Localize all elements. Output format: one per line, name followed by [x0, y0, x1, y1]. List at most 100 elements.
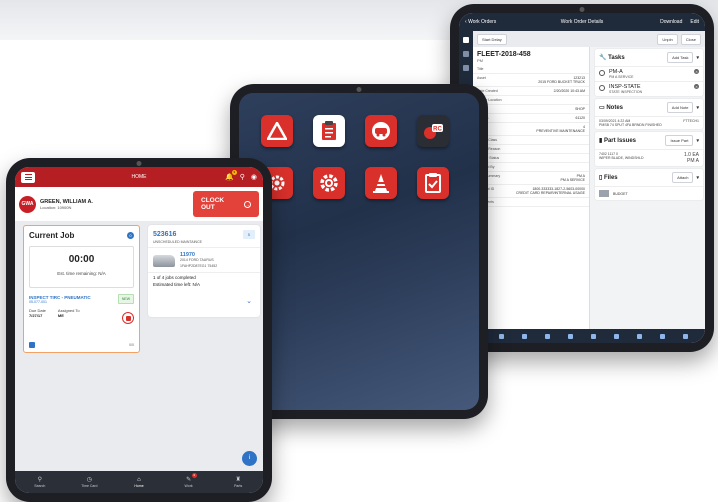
- user-location: Location: 10900N: [40, 204, 72, 210]
- chevron-down-icon[interactable]: ▾: [696, 175, 699, 181]
- thermometer-icon[interactable]: [568, 333, 573, 339]
- app-header: HOME 🔔 3 ⚲ ◉: [15, 167, 263, 187]
- issue-part-button[interactable]: Issue Part: [665, 135, 694, 146]
- nav-label: Parts: [234, 484, 243, 488]
- avatar: GWA: [19, 195, 36, 213]
- field-label: Asset: [477, 76, 486, 80]
- part-task: PM A: [687, 158, 699, 164]
- job-progress: 0/0: [129, 343, 134, 347]
- app-cone-icon[interactable]: [365, 167, 397, 199]
- back-button[interactable]: ‹ Work Orders: [465, 19, 496, 25]
- field-row: Created By: [473, 163, 589, 172]
- files-card: ▯ Files Attach ▾ BUDGET: [595, 169, 703, 200]
- clock-out-label: CLOCK OUT: [201, 197, 225, 211]
- field-row: Priority4 PREVENTIVE MAINTENANCE: [473, 123, 589, 136]
- stop-button[interactable]: [122, 312, 134, 324]
- field-row: Meter 161120: [473, 114, 589, 123]
- job-footer: 0/0: [29, 342, 134, 348]
- current-job-card[interactable]: Current Job 0 00:00 Est. time remaining: …: [23, 225, 140, 353]
- camera: [579, 7, 585, 12]
- parts-icon[interactable]: [614, 333, 619, 339]
- unpin-button[interactable]: Unpin: [657, 33, 678, 45]
- search-icon: ⚲: [37, 477, 42, 483]
- attach-button[interactable]: Attach: [672, 172, 694, 183]
- task-desc: STATE INSPECTION: [609, 90, 643, 94]
- home-icon[interactable]: [463, 37, 469, 43]
- nav-home[interactable]: ⌂ Home: [114, 471, 164, 493]
- checklist-icon[interactable]: [463, 65, 469, 71]
- chevron-down-icon[interactable]: ▾: [696, 105, 699, 111]
- account-icon[interactable]: ◉: [251, 173, 257, 181]
- vehicle-vin: 1FAHP2D87EG1 75452: [180, 264, 218, 268]
- task-item[interactable]: INSP-STATE STATE INSPECTION ×: [595, 81, 703, 96]
- clock-icon[interactable]: [660, 333, 665, 339]
- status-badge: NEW: [117, 294, 134, 304]
- menu-icon[interactable]: [21, 171, 35, 183]
- svg-text:RC: RC: [433, 127, 442, 133]
- chevron-down-icon[interactable]: ⌄: [246, 297, 252, 305]
- file-item[interactable]: BUDGET: [595, 186, 703, 200]
- vehicle-row: 11970 2014 FORD TAURUS 1FAHP2D87EG1 7545…: [148, 248, 260, 272]
- vehicle-desc: 2014 FORD TAURUS: [180, 258, 214, 262]
- remove-icon[interactable]: ×: [694, 84, 699, 89]
- bottom-action-bar: [459, 329, 705, 343]
- remove-icon[interactable]: ×: [694, 69, 699, 74]
- file-thumbnail: [599, 190, 609, 197]
- add-task-button[interactable]: Add Task: [667, 52, 694, 63]
- field-label: Title: [477, 67, 484, 71]
- clock-icon: ◷: [86, 477, 93, 483]
- close-button[interactable]: Close: [680, 33, 701, 45]
- clock-out-button[interactable]: CLOCK OUT →: [193, 191, 259, 217]
- field-row: Task Summary PM A PM A SERVICE: [473, 172, 589, 185]
- app-rc-icon[interactable]: RC: [417, 115, 449, 147]
- status-icon: [599, 85, 605, 91]
- job-code-number: 05-077-001: [29, 299, 47, 304]
- app-grid: RC: [261, 115, 449, 199]
- due-date: 7/27/17: [29, 313, 43, 318]
- part-desc: WIPER BLADE, WINDSHLD: [599, 156, 644, 160]
- chevron-down-icon[interactable]: ▾: [696, 55, 699, 61]
- work-order-card[interactable]: 523616 5 UNSCHEDULED MAINTAINCE 11970 201…: [148, 225, 260, 317]
- nav-label: Search: [34, 484, 46, 488]
- task-item[interactable]: PM-A PM A SERVICE ×: [595, 66, 703, 81]
- attachment-icon[interactable]: [499, 333, 504, 339]
- edit-button[interactable]: Edit: [690, 19, 699, 25]
- edit-icon[interactable]: [29, 342, 35, 348]
- camera: [136, 161, 142, 166]
- home-icon: ⌂: [137, 476, 141, 483]
- nav-parts[interactable]: ♜ Parts: [213, 471, 263, 493]
- nav-time-card[interactable]: ◷ Time Card: [65, 471, 115, 493]
- info-icon[interactable]: [591, 333, 596, 339]
- app-checklist-icon[interactable]: [313, 115, 345, 147]
- nav-work[interactable]: ✎ 3 Work: [164, 471, 214, 493]
- job-count-badge: 0: [127, 232, 134, 239]
- app-gear-icon[interactable]: [313, 167, 345, 199]
- chart-icon[interactable]: [463, 51, 469, 57]
- chat-icon[interactable]: [522, 333, 527, 339]
- transfer-icon[interactable]: [545, 333, 550, 339]
- page-title: HOME: [131, 174, 147, 180]
- field-row: Account ID1800-333333-1827-2-5603-00000 …: [473, 185, 589, 198]
- estimated-time: Estimated time left: N/A: [153, 282, 201, 287]
- nav-search[interactable]: ⚲ Search: [15, 471, 65, 493]
- work-order-type: PM: [477, 58, 483, 63]
- location-pin-icon[interactable]: ⚲: [240, 173, 245, 181]
- chevron-down-icon[interactable]: ▾: [696, 138, 699, 144]
- app-clipboard-icon[interactable]: [417, 167, 449, 199]
- app-warning-icon[interactable]: [261, 115, 293, 147]
- job-code: INSPECT TIRC - PNEUMATIC: [29, 294, 91, 300]
- info-fab-button[interactable]: i: [242, 451, 257, 466]
- download-button[interactable]: Download: [660, 19, 682, 25]
- app-vehicle-icon[interactable]: [365, 115, 397, 147]
- refresh-icon[interactable]: [683, 333, 688, 339]
- add-note-button[interactable]: Add Note: [666, 102, 694, 113]
- page-title: Work Order Details: [560, 19, 604, 25]
- vehicle-thumbnail: [153, 255, 175, 267]
- field-row: Title: [473, 65, 589, 74]
- files-title: Files: [603, 174, 618, 181]
- task-desc: PM A SERVICE: [609, 75, 634, 79]
- truck-icon[interactable]: [637, 333, 642, 339]
- app-launcher-screen: RC: [239, 93, 479, 410]
- start-delay-button[interactable]: Start Delay: [477, 33, 507, 45]
- bell-icon[interactable]: 🔔 3: [225, 170, 237, 181]
